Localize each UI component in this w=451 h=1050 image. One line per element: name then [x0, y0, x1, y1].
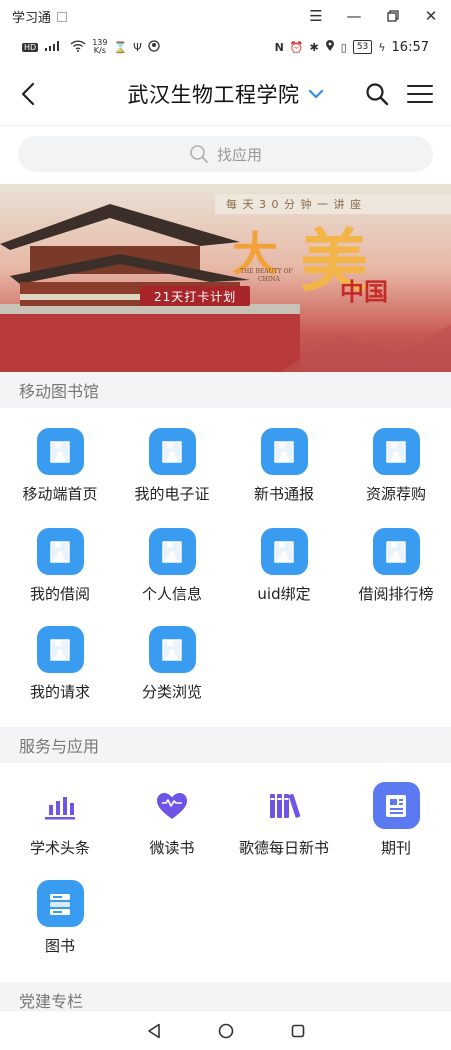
status-bar: HD 139 K/s ⌛ Ψ N ⏰ ✱ ▯ 53 ϟ 16:57	[0, 32, 451, 62]
app-label: uid绑定	[257, 585, 311, 603]
circle-home-icon	[218, 1023, 233, 1038]
app-label: 我的借阅	[29, 585, 90, 603]
bluetooth-icon: ✱	[309, 40, 319, 54]
section-header-services: 服务与应用	[0, 727, 451, 763]
close-button[interactable]: ✕	[413, 0, 449, 32]
charging-icon: ϟ	[378, 40, 386, 54]
back-button[interactable]	[12, 76, 44, 112]
triangle-back-icon	[147, 1023, 160, 1038]
app-label: 我的电子证	[134, 485, 210, 503]
usb-icon: Ψ	[133, 40, 142, 54]
service-app-item[interactable]: 学术头条	[4, 782, 116, 858]
page-title: 武汉生物工程学院	[127, 83, 300, 107]
section-header-party: 党建专栏	[0, 982, 451, 1012]
clock: 16:57	[391, 39, 429, 55]
app-label: 新书通报	[253, 485, 314, 503]
window-icon	[57, 12, 68, 22]
location-icon	[325, 39, 335, 55]
book-page-icon	[148, 528, 196, 575]
nav-back-button[interactable]	[139, 1016, 169, 1046]
heart-wave-icon	[149, 782, 196, 829]
app-label: 微读书	[149, 839, 195, 857]
window-title: 学习通	[12, 10, 52, 26]
banner-en-line2: CHINA	[258, 276, 280, 283]
app-header: 武汉生物工程学院	[0, 62, 451, 126]
service-app-item[interactable]: 歌德每日新书	[228, 782, 340, 858]
nfc-icon: N	[274, 40, 284, 54]
banner-china-text: 中国	[340, 277, 388, 306]
app-label: 个人信息	[141, 585, 202, 603]
hd-icon: HD	[22, 42, 39, 52]
library-app-item[interactable]: uid绑定	[228, 528, 340, 604]
app-label: 学术头条	[29, 839, 90, 857]
library-app-item[interactable]: 我的请求	[4, 626, 116, 702]
wifi-icon	[70, 39, 86, 55]
chevron-left-icon	[21, 82, 35, 106]
notification-icon	[148, 39, 160, 55]
signal-icon	[44, 40, 64, 55]
hamburger-icon	[407, 85, 433, 103]
library-app-item[interactable]: 个人信息	[116, 528, 228, 604]
vibrate-icon: ▯	[340, 40, 347, 54]
alarm-icon: ⏰	[289, 40, 304, 54]
book-stack-icon	[36, 880, 84, 927]
service-app-item[interactable]: 图书	[4, 880, 116, 956]
banner-plan-ribbon: 21天打卡计划	[140, 286, 251, 306]
bar-chart-icon	[37, 782, 84, 829]
library-app-item[interactable]: 分类浏览	[116, 626, 228, 702]
hourglass-icon: ⌛	[113, 40, 128, 54]
net-speed: 139 K/s	[92, 38, 108, 55]
search-icon	[190, 145, 208, 163]
library-app-item[interactable]: 新书通报	[228, 428, 340, 504]
library-app-item[interactable]: 移动端首页	[4, 428, 116, 504]
system-nav-bar	[0, 1010, 451, 1050]
promo-banner[interactable]: 每 天 3 0 分 钟 一 讲 座 大 美 THE BEAUTY OF CHIN…	[0, 184, 451, 372]
app-label: 移动端首页	[22, 485, 98, 503]
books-icon	[261, 782, 308, 829]
book-page-icon	[36, 626, 84, 673]
journal-icon	[372, 782, 420, 829]
book-page-icon	[260, 528, 308, 575]
library-app-item[interactable]: 借阅排行榜	[340, 528, 451, 604]
nav-recents-button[interactable]	[283, 1016, 313, 1046]
menu-button[interactable]	[403, 78, 437, 110]
app-label: 借阅排行榜	[358, 585, 434, 603]
section-header-library: 移动图书馆	[0, 372, 451, 408]
library-app-item[interactable]: 我的借阅	[4, 528, 116, 604]
book-page-icon	[260, 428, 308, 475]
window-menu-button[interactable]: ☰	[298, 0, 334, 32]
library-app-item[interactable]: 我的电子证	[116, 428, 228, 504]
minimize-button[interactable]: —	[336, 0, 372, 32]
chevron-down-icon	[308, 89, 324, 99]
restore-button[interactable]	[375, 0, 411, 32]
service-app-item[interactable]: 微读书	[116, 782, 228, 858]
app-label: 我的请求	[29, 683, 90, 701]
app-label: 资源荐购	[365, 485, 426, 503]
app-label: 图书	[44, 937, 75, 955]
app-search-input[interactable]: 找应用	[18, 136, 433, 172]
battery-indicator: 53	[352, 40, 373, 54]
book-page-icon	[148, 428, 196, 475]
book-page-icon	[372, 428, 420, 475]
nav-home-button[interactable]	[211, 1016, 241, 1046]
app-label: 分类浏览	[141, 683, 202, 701]
app-label: 歌德每日新书	[238, 839, 329, 857]
search-button[interactable]	[361, 78, 393, 110]
book-page-icon	[36, 528, 84, 575]
banner-plan-text: 21天打卡计划	[154, 289, 237, 304]
service-app-item[interactable]: 期刊	[340, 782, 451, 858]
banner-en-line1: THE BEAUTY OF	[240, 268, 293, 275]
book-page-icon	[148, 626, 196, 673]
library-app-item[interactable]: 资源荐购	[340, 428, 451, 504]
book-page-icon	[36, 428, 84, 475]
search-placeholder: 找应用	[216, 145, 262, 164]
book-page-icon	[372, 528, 420, 575]
square-recents-icon	[291, 1024, 304, 1037]
search-icon	[366, 83, 389, 106]
app-label: 期刊	[380, 839, 411, 857]
